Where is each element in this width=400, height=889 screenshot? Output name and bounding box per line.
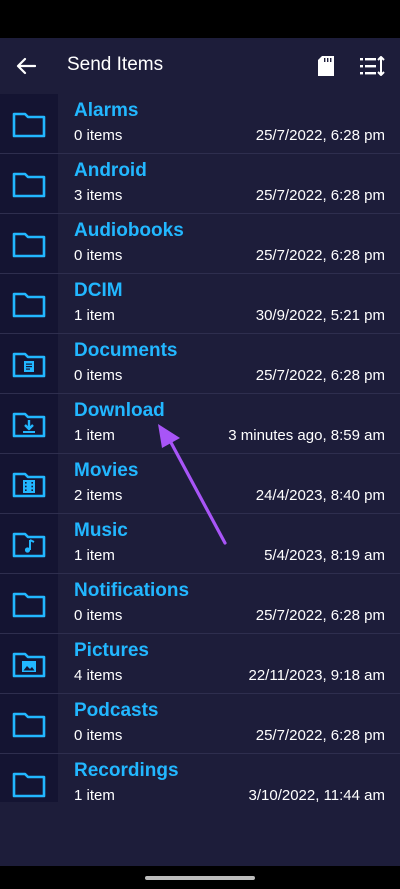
folder-item-count: 0 items <box>74 247 123 264</box>
back-button[interactable] <box>12 52 40 80</box>
folder-modified-date: 22/11/2023, 9:18 am <box>248 667 386 684</box>
folder-item-count: 0 items <box>74 727 123 744</box>
folder-name: Notifications <box>74 580 190 601</box>
sd-card-button[interactable] <box>314 52 338 80</box>
status-bar <box>0 0 400 38</box>
folder-item-count: 1 item <box>74 547 115 564</box>
folder-modified-date: 25/7/2022, 6:28 pm <box>255 367 385 384</box>
folder-document-icon <box>12 352 46 377</box>
folder-item-count: 1 item <box>74 427 115 444</box>
folder-name: Movies <box>74 460 139 481</box>
folder-download-icon <box>12 412 46 437</box>
folder-row-alarms[interactable]: Alarms 0 items 25/7/2022, 6:28 pm <box>0 94 400 154</box>
folder-row-music[interactable]: Music 1 item 5/4/2023, 8:19 am <box>0 514 400 574</box>
folder-modified-date: 3 minutes ago, 8:59 am <box>228 427 385 444</box>
folder-list: Alarms 0 items 25/7/2022, 6:28 pm Androi… <box>0 94 400 802</box>
folder-modified-date: 5/4/2023, 8:19 am <box>264 547 385 564</box>
folder-modified-date: 25/7/2022, 6:28 pm <box>255 607 385 624</box>
folder-icon <box>12 712 46 737</box>
folder-row-pictures[interactable]: Pictures 4 items 22/11/2023, 9:18 am <box>0 634 400 694</box>
folder-icon <box>12 772 46 797</box>
sd-card-icon <box>318 56 334 76</box>
folder-icon <box>12 592 46 617</box>
folder-name: Alarms <box>74 100 139 121</box>
sort-icon <box>360 56 385 76</box>
folder-modified-date: 30/9/2022, 5:21 pm <box>255 307 385 324</box>
folder-name: Music <box>74 520 128 541</box>
app-bar: Send Items <box>0 38 400 94</box>
arrow-left-icon <box>16 57 36 75</box>
folder-item-count: 0 items <box>74 367 123 384</box>
folder-modified-date: 3/10/2022, 11:44 am <box>248 787 386 802</box>
folder-modified-date: 25/7/2022, 6:28 pm <box>255 127 385 144</box>
folder-row-podcasts[interactable]: Podcasts 0 items 25/7/2022, 6:28 pm <box>0 694 400 754</box>
bottom-spacer <box>0 802 400 866</box>
folder-name: Documents <box>74 340 178 361</box>
folder-item-count: 4 items <box>74 667 123 684</box>
folder-movie-icon <box>12 472 46 497</box>
folder-icon <box>12 232 46 257</box>
folder-row-recordings[interactable]: Recordings 1 item 3/10/2022, 11:44 am <box>0 754 400 802</box>
page-title: Send Items <box>67 54 164 75</box>
folder-icon <box>12 292 46 317</box>
folder-name: Android <box>74 160 147 181</box>
folder-item-count: 1 item <box>74 787 115 802</box>
folder-item-count: 1 item <box>74 307 115 324</box>
folder-row-download[interactable]: Download 1 item 3 minutes ago, 8:59 am <box>0 394 400 454</box>
home-gesture-pill[interactable] <box>145 876 255 880</box>
folder-row-notifications[interactable]: Notifications 0 items 25/7/2022, 6:28 pm <box>0 574 400 634</box>
folder-image-icon <box>12 652 46 677</box>
folder-name: Audiobooks <box>74 220 184 241</box>
folder-name: DCIM <box>74 280 123 301</box>
folder-name: Pictures <box>74 640 149 661</box>
folder-name: Podcasts <box>74 700 159 721</box>
sort-button[interactable] <box>358 52 388 80</box>
folder-modified-date: 25/7/2022, 6:28 pm <box>255 727 385 744</box>
folder-item-count: 0 items <box>74 607 123 624</box>
folder-music-icon <box>12 532 46 557</box>
folder-modified-date: 25/7/2022, 6:28 pm <box>255 187 385 204</box>
folder-name: Recordings <box>74 760 179 781</box>
folder-icon <box>12 172 46 197</box>
folder-row-dcim[interactable]: DCIM 1 item 30/9/2022, 5:21 pm <box>0 274 400 334</box>
folder-item-count: 0 items <box>74 127 123 144</box>
folder-item-count: 2 items <box>74 487 123 504</box>
folder-row-documents[interactable]: Documents 0 items 25/7/2022, 6:28 pm <box>0 334 400 394</box>
folder-modified-date: 24/4/2023, 8:40 pm <box>255 487 385 504</box>
folder-icon <box>12 112 46 137</box>
folder-row-audiobooks[interactable]: Audiobooks 0 items 25/7/2022, 6:28 pm <box>0 214 400 274</box>
folder-modified-date: 25/7/2022, 6:28 pm <box>255 247 385 264</box>
folder-item-count: 3 items <box>74 187 123 204</box>
folder-row-android[interactable]: Android 3 items 25/7/2022, 6:28 pm <box>0 154 400 214</box>
folder-row-movies[interactable]: Movies 2 items 24/4/2023, 8:40 pm <box>0 454 400 514</box>
folder-name: Download <box>74 400 165 421</box>
